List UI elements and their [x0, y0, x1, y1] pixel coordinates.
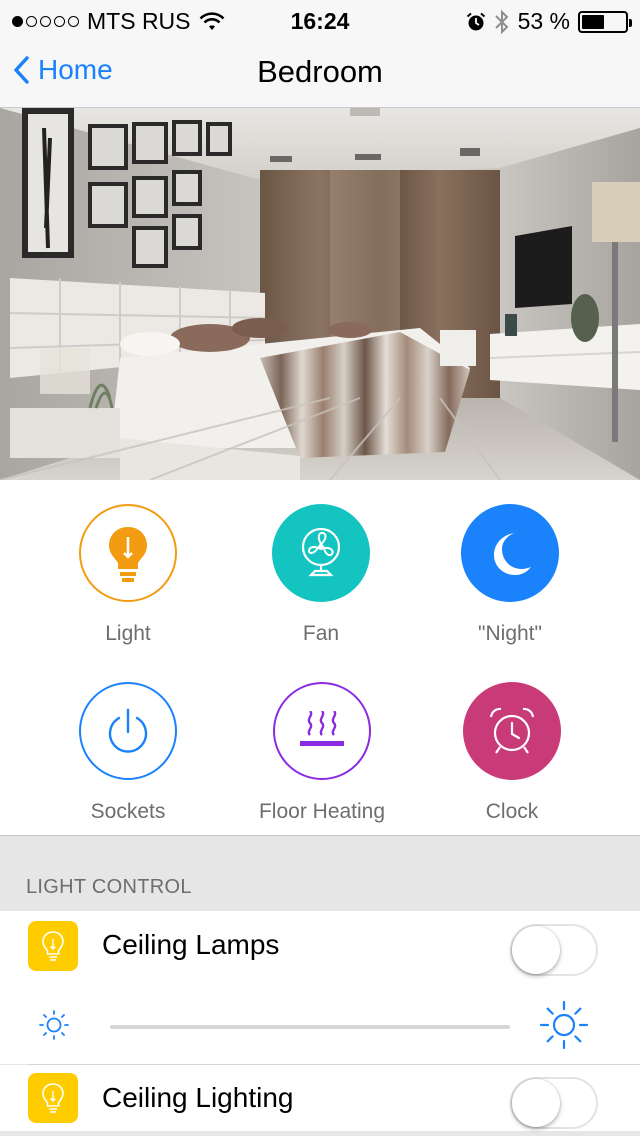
device-fan-label: Fan	[302, 622, 340, 645]
device-sockets-label: Sockets	[90, 800, 166, 823]
power-icon	[79, 682, 177, 780]
ceiling-lamps-label: Ceiling Lamps	[102, 929, 280, 960]
brightness-high-icon	[539, 1000, 589, 1050]
device-floor-heating-label: Floor Heating	[258, 800, 386, 823]
light-control-section: LIGHT CONTROL Ceiling Lamps Ceiling Ligh…	[0, 836, 640, 1136]
device-night-label: "Night"	[478, 622, 542, 645]
brightness-low-icon	[39, 1010, 69, 1040]
alarm-clock-icon	[463, 682, 561, 780]
section-header: LIGHT CONTROL	[26, 876, 192, 898]
brightness-slider[interactable]	[110, 1025, 510, 1029]
battery-icon	[578, 10, 632, 33]
device-light-label: Light	[105, 622, 151, 645]
bulb-icon	[28, 921, 78, 971]
toggle-knob	[512, 926, 560, 974]
device-grid: Light Fan "Night" Sockets Floor Heating …	[0, 480, 640, 836]
ceiling-lamps-toggle[interactable]	[510, 924, 598, 976]
page-title: Bedroom	[257, 54, 383, 89]
room-photo	[0, 108, 640, 480]
navigation-bar: Home Bedroom	[0, 40, 640, 108]
bulb-icon	[28, 1073, 78, 1123]
ceiling-lighting-toggle[interactable]	[510, 1077, 598, 1129]
floor-heating-icon	[273, 682, 371, 780]
device-clock-label: Clock	[485, 800, 539, 823]
status-bar: MTS RUS 16:24 53 %	[0, 0, 640, 40]
battery-percent: 53 %	[517, 8, 570, 34]
list-item-ceiling-lamps: Ceiling Lamps	[0, 911, 640, 991]
ceiling-lighting-label: Ceiling Lighting	[102, 1082, 294, 1113]
device-clock[interactable]: Clock	[412, 682, 612, 824]
moon-icon	[461, 504, 559, 602]
brightness-slider-row	[0, 991, 640, 1064]
device-floor-heating[interactable]: Floor Heating	[222, 682, 422, 824]
device-fan[interactable]: Fan	[221, 504, 421, 646]
status-right: 53 %	[466, 8, 632, 35]
light-bulb-icon	[79, 504, 177, 602]
device-night-mode[interactable]: "Night"	[410, 504, 610, 646]
device-sockets[interactable]: Sockets	[28, 682, 228, 824]
list-item-ceiling-lighting: Ceiling Lighting	[0, 1065, 640, 1131]
alarm-icon	[466, 12, 485, 30]
device-light[interactable]: Light	[28, 504, 228, 646]
fan-icon	[272, 504, 370, 602]
bluetooth-icon	[494, 9, 508, 34]
toggle-knob	[512, 1079, 560, 1127]
